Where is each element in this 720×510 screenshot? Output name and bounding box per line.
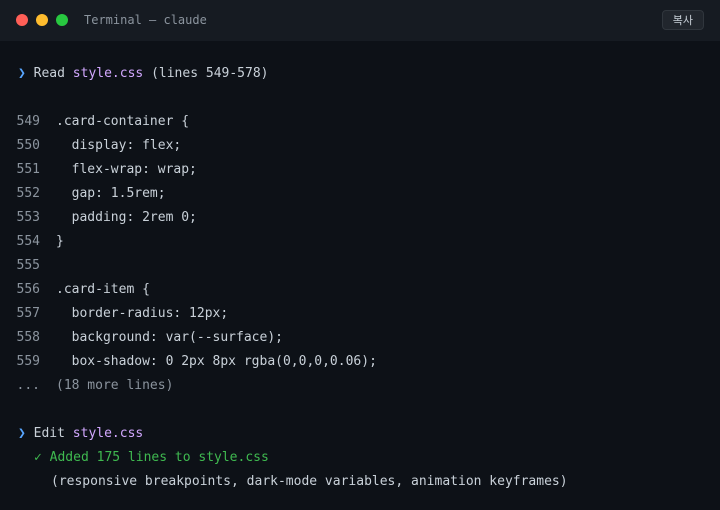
code-line: 552 gap: 1.5rem; xyxy=(0,182,720,206)
code-text: border-radius: 12px; xyxy=(56,306,229,321)
line-number: 554 xyxy=(16,234,40,249)
line-number: 555 xyxy=(16,258,40,273)
code-text: .card-item { xyxy=(56,282,150,297)
line-number: 549 xyxy=(16,114,40,129)
line-number: 556 xyxy=(16,282,40,297)
read-verb: Read xyxy=(33,66,65,81)
code-line: 558 background: var(--surface); xyxy=(0,326,720,350)
prompt-chevron-icon: ❯ xyxy=(18,66,26,81)
code-text: padding: 2rem 0; xyxy=(56,210,197,225)
title-bar: Terminal — claude 복사 xyxy=(0,0,720,41)
edit-details: (responsive breakpoints, dark-mode varia… xyxy=(51,474,568,489)
code-line: 551 flex-wrap: wrap; xyxy=(0,158,720,182)
terminal-output: ❯ Read style.css (lines 549-578) 549 .car… xyxy=(0,41,720,494)
terminal-window: Terminal — claude 복사 ❯ Read style.css (l… xyxy=(0,0,720,510)
line-number: 550 xyxy=(16,138,40,153)
read-command-line: ❯ Read style.css (lines 549-578) xyxy=(0,62,720,86)
more-lines-text: (18 more lines) xyxy=(56,378,174,393)
code-line: 556 .card-item { xyxy=(0,278,720,302)
line-number: 553 xyxy=(16,210,40,225)
line-number: 552 xyxy=(16,186,40,201)
code-line: 559 box-shadow: 0 2px 8px rgba(0,0,0,0.0… xyxy=(0,350,720,374)
code-text: gap: 1.5rem; xyxy=(56,186,166,201)
more-ellipsis: ... xyxy=(16,378,40,393)
check-icon: ✓ xyxy=(34,450,42,465)
code-line: 550 display: flex; xyxy=(0,134,720,158)
line-number: 557 xyxy=(16,306,40,321)
code-line: 554} xyxy=(0,230,720,254)
edit-command-line: ❯ Edit style.css xyxy=(0,422,720,446)
window-title: Terminal — claude xyxy=(84,13,207,27)
code-text: background: var(--surface); xyxy=(56,330,283,345)
edit-result-line: ✓ Added 175 lines to style.css xyxy=(0,446,720,470)
read-line-range: (lines 549-578) xyxy=(151,66,269,81)
minimize-window-button[interactable] xyxy=(36,14,48,26)
prompt-chevron-icon: ❯ xyxy=(18,426,26,441)
code-line: 549 .card-container { xyxy=(0,110,720,134)
close-window-button[interactable] xyxy=(16,14,28,26)
edit-result-text: Added 175 lines to style.css xyxy=(49,450,269,465)
more-lines-indicator: ... (18 more lines) xyxy=(0,374,720,398)
code-text: box-shadow: 0 2px 8px rgba(0,0,0,0.06); xyxy=(56,354,377,369)
line-number: 558 xyxy=(16,330,40,345)
line-number: 551 xyxy=(16,162,40,177)
zoom-window-button[interactable] xyxy=(56,14,68,26)
edit-verb: Edit xyxy=(33,426,65,441)
code-text: display: flex; xyxy=(56,138,182,153)
code-line: 555 xyxy=(0,254,720,278)
code-line: 557 border-radius: 12px; xyxy=(0,302,720,326)
read-filename: style.css xyxy=(72,66,144,81)
code-text: .card-container { xyxy=(56,114,190,129)
edit-filename: style.css xyxy=(72,426,144,441)
code-text: flex-wrap: wrap; xyxy=(56,162,197,177)
copy-button[interactable]: 복사 xyxy=(661,10,704,30)
code-listing: 549 .card-container { 550 display: flex; … xyxy=(0,110,720,398)
code-line: 553 padding: 2rem 0; xyxy=(0,206,720,230)
line-number: 559 xyxy=(16,354,40,369)
code-text: } xyxy=(56,234,64,249)
